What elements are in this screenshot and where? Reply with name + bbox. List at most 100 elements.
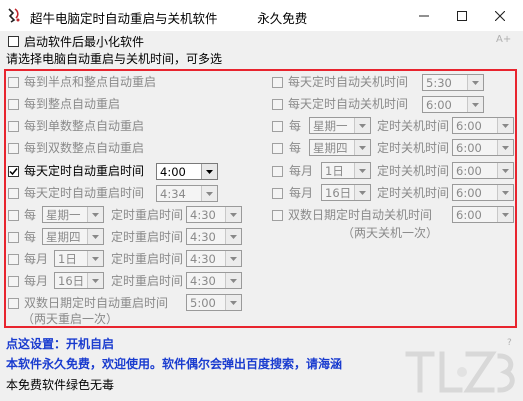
weekly-shutdown-2-time-select[interactable]: 6:00 <box>452 139 514 156</box>
monthly-shutdown-2-checkbox[interactable] <box>272 188 283 199</box>
restart-odd-hour-checkbox[interactable] <box>8 121 19 132</box>
even-date-shutdown-note: （两天关机一次） <box>342 226 439 240</box>
daily-restart-2-time-select[interactable]: 4:34 <box>156 185 218 202</box>
dropdown-arrow-icon <box>87 273 103 288</box>
monthly-restart-1-day-select[interactable]: 1日 <box>54 250 104 267</box>
weekly-restart-2-day-select[interactable]: 星期四 <box>42 228 104 245</box>
dropdown-arrow-icon <box>225 295 241 310</box>
minimize-button[interactable] <box>405 0 443 31</box>
dropdown-arrow-icon <box>354 140 370 155</box>
dropdown-arrow-icon <box>497 140 513 155</box>
even-date-restart-checkbox[interactable] <box>8 298 19 309</box>
restart-even-hour-checkbox[interactable] <box>8 143 19 154</box>
title-bar: 超牛电脑定时自动重启与关机软件 永久免费 <box>0 0 523 31</box>
dropdown-arrow-icon <box>354 185 370 200</box>
even-date-restart-label: 双数日期定时自动重启时间 <box>24 296 169 310</box>
dropdown-arrow-icon <box>201 186 217 201</box>
monthly-shutdown-1-checkbox[interactable] <box>272 166 283 177</box>
weekly-shutdown-1-label: 定时关机时间 <box>377 119 450 133</box>
daily-shutdown-1-time-select[interactable]: 5:30 <box>422 74 484 91</box>
weekly-restart-1-time-select[interactable]: 4:30 <box>186 206 242 223</box>
dropdown-arrow-icon <box>354 163 370 178</box>
weekly-restart-1-label: 定时重启时间 <box>111 208 184 222</box>
autostart-setting-link[interactable]: 点这设置：开机自启 <box>6 337 114 351</box>
dropdown-arrow-icon <box>497 163 513 178</box>
dropdown-arrow-icon <box>225 273 241 288</box>
minimize-after-start-label: 启动软件后最小化软件 <box>24 35 145 49</box>
restart-half-hour-label: 每到半点和整点自动重启 <box>24 75 157 89</box>
monthly-restart-2-prefix: 每月 <box>24 274 49 288</box>
dropdown-arrow-icon <box>354 118 370 133</box>
instruction-text: 请选择电脑自动重启与关机时间，可多选 <box>6 52 223 66</box>
restart-even-hour-label: 每到双数整点自动重启 <box>24 141 145 155</box>
monthly-restart-2-time-select[interactable]: 4:30 <box>186 272 242 289</box>
monthly-restart-2-checkbox[interactable] <box>8 276 19 287</box>
maximize-button[interactable] <box>443 0 481 31</box>
dropdown-arrow-icon <box>225 229 241 244</box>
weekly-restart-1-checkbox[interactable] <box>8 210 19 221</box>
checkmark-icon <box>9 168 18 176</box>
monthly-shutdown-2-label: 定时关机时间 <box>377 186 450 200</box>
daily-restart-time-select[interactable]: 4:00 <box>156 163 218 180</box>
dropdown-arrow-icon <box>467 97 483 112</box>
font-size-control[interactable]: A+ <box>496 34 511 45</box>
weekly-shutdown-2-label: 定时关机时间 <box>377 141 450 155</box>
minimize-after-start-checkbox[interactable] <box>8 36 19 47</box>
dropdown-arrow-icon <box>467 75 483 90</box>
daily-shutdown-2-checkbox[interactable] <box>272 99 283 110</box>
monthly-shutdown-2-day-select[interactable]: 16日 <box>321 184 371 201</box>
maximize-icon <box>457 10 467 21</box>
monthly-shutdown-1-day-select[interactable]: 1日 <box>321 162 371 179</box>
dropdown-arrow-icon <box>225 251 241 266</box>
even-date-restart-time-select[interactable]: 5:00 <box>186 294 242 311</box>
daily-restart-checkbox[interactable] <box>8 166 19 177</box>
weekly-restart-1-prefix: 每 <box>24 208 37 222</box>
free-software-text: 本免费软件绿色无毒 <box>6 378 115 392</box>
weekly-shutdown-1-checkbox[interactable] <box>272 121 283 132</box>
weekly-restart-1-day-select[interactable]: 星期一 <box>42 206 104 223</box>
close-button[interactable] <box>481 0 519 31</box>
dropdown-arrow-icon <box>225 207 241 222</box>
restart-half-hour-checkbox[interactable] <box>8 77 19 88</box>
dropdown-arrow-icon <box>87 251 103 266</box>
monthly-shutdown-2-time-select[interactable]: 6:00 <box>452 184 514 201</box>
daily-restart-2-label: 每天定时自动重启时间 <box>24 186 145 200</box>
monthly-shutdown-1-label: 定时关机时间 <box>377 164 450 178</box>
notice-text: 本软件永久免费，欢迎使用。软件偶尔会弹出百度搜索，请海涵 <box>6 357 343 371</box>
app-icon <box>8 8 20 23</box>
monthly-restart-1-prefix: 每月 <box>24 252 49 266</box>
weekly-restart-2-label: 定时重启时间 <box>111 230 184 244</box>
monthly-restart-1-label: 定时重启时间 <box>111 252 184 266</box>
weekly-restart-2-checkbox[interactable] <box>8 232 19 243</box>
monthly-shutdown-1-prefix: 每月 <box>289 164 314 178</box>
daily-shutdown-1-checkbox[interactable] <box>272 77 283 88</box>
weekly-restart-2-time-select[interactable]: 4:30 <box>186 228 242 245</box>
even-date-shutdown-checkbox[interactable] <box>272 210 283 221</box>
weekly-shutdown-1-day-select[interactable]: 星期一 <box>309 117 371 134</box>
dropdown-arrow-icon <box>497 185 513 200</box>
monthly-restart-2-day-select[interactable]: 16日 <box>54 272 104 289</box>
daily-restart-2-checkbox[interactable] <box>8 188 19 199</box>
even-date-shutdown-label: 双数日期定时自动关机时间 <box>288 208 433 222</box>
weekly-shutdown-1-prefix: 每 <box>289 119 302 133</box>
restart-odd-hour-label: 每到单数整点自动重启 <box>24 119 145 133</box>
daily-shutdown-1-label: 每天定时自动关机时间 <box>288 75 409 89</box>
dropdown-arrow-icon <box>497 118 513 133</box>
daily-restart-label: 每天定时自动重启时间 <box>24 164 145 178</box>
weekly-shutdown-2-day-select[interactable]: 星期四 <box>309 139 371 156</box>
monthly-restart-2-label: 定时重启时间 <box>111 274 184 288</box>
daily-shutdown-2-time-select[interactable]: 6:00 <box>422 96 484 113</box>
monthly-restart-1-checkbox[interactable] <box>8 254 19 265</box>
even-date-shutdown-time-select[interactable]: 6:00 <box>452 206 514 223</box>
monthly-restart-1-time-select[interactable]: 4:30 <box>186 250 242 267</box>
even-date-restart-note: （两天重启一次） <box>22 312 119 326</box>
dropdown-arrow-icon <box>87 207 103 222</box>
close-icon <box>495 10 505 21</box>
dropdown-arrow-icon <box>201 164 217 179</box>
restart-hourly-checkbox[interactable] <box>8 99 19 110</box>
weekly-shutdown-2-checkbox[interactable] <box>272 143 283 154</box>
monthly-shutdown-1-time-select[interactable]: 6:00 <box>452 162 514 179</box>
daily-shutdown-2-label: 每天定时自动关机时间 <box>288 97 409 111</box>
window-title: 超牛电脑定时自动重启与关机软件 永久免费 <box>30 11 308 26</box>
weekly-shutdown-1-time-select[interactable]: 6:00 <box>452 117 514 134</box>
